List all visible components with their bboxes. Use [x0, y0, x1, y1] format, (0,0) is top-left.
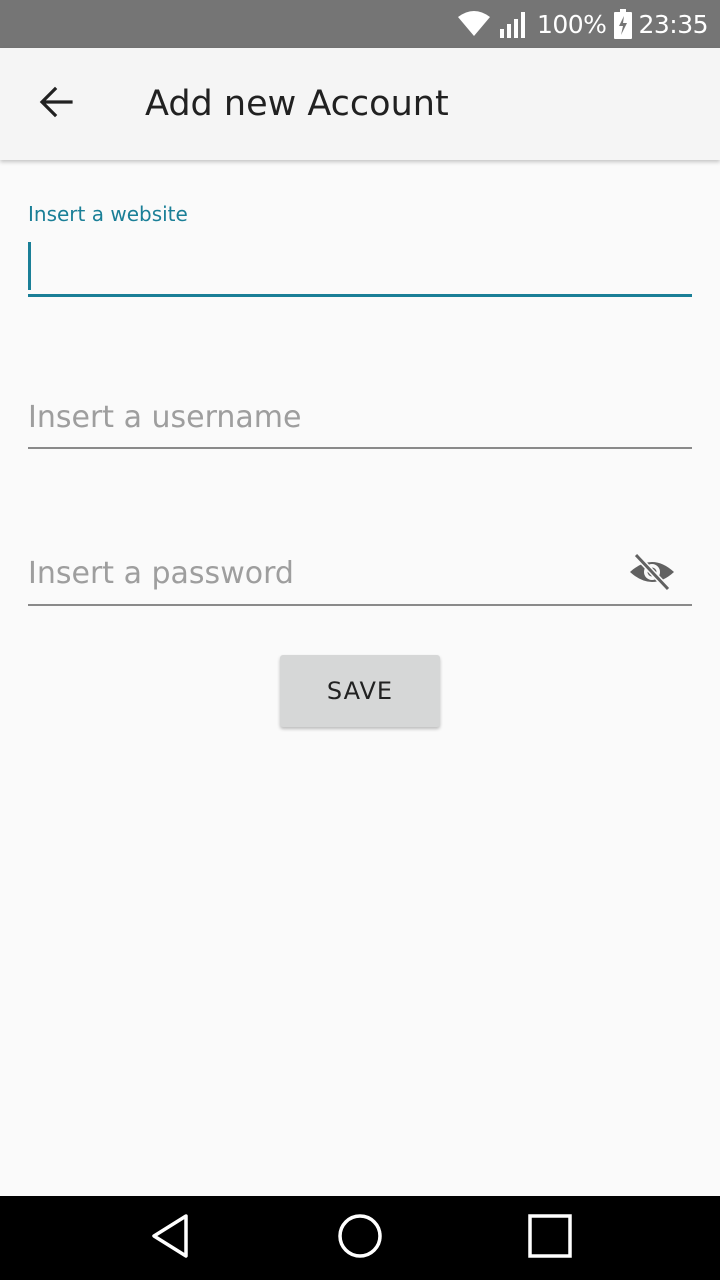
wifi-icon: [457, 11, 491, 37]
nav-recents-icon: [528, 1214, 572, 1262]
page-title: Add new Account: [145, 84, 449, 124]
website-field[interactable]: [28, 244, 692, 279]
username-field[interactable]: [28, 400, 692, 435]
username-input[interactable]: [28, 400, 692, 435]
visibility-off-icon: [628, 552, 676, 596]
battery-charging-icon: [614, 9, 633, 39]
nav-home-icon: [337, 1213, 383, 1263]
back-button[interactable]: [28, 76, 84, 132]
password-input[interactable]: [28, 556, 618, 591]
battery-percent: 100%: [536, 9, 607, 39]
navigation-bar: [0, 1196, 720, 1280]
arrow-back-icon: [38, 84, 74, 124]
text-cursor: [28, 242, 31, 290]
save-button[interactable]: SAVE: [280, 655, 440, 727]
website-field-label: Insert a website: [28, 202, 188, 226]
status-bar: 100% 23:35: [0, 0, 720, 48]
password-visibility-toggle[interactable]: [626, 550, 678, 598]
app-bar: Add new Account: [0, 48, 720, 160]
nav-back-icon: [148, 1213, 192, 1263]
password-field-underline: [28, 604, 692, 606]
website-field-underline: [28, 294, 692, 297]
status-icons: 100% 23:35: [457, 0, 708, 48]
website-input[interactable]: [28, 244, 692, 279]
username-field-underline: [28, 447, 692, 449]
nav-recents-button[interactable]: [500, 1196, 600, 1280]
signal-icon: [499, 9, 529, 39]
nav-back-button[interactable]: [120, 1196, 220, 1280]
nav-home-button[interactable]: [310, 1196, 410, 1280]
clock: 23:35: [638, 9, 708, 39]
screen: 100% 23:35 Add new Account Insert a webs…: [0, 0, 720, 1280]
password-field[interactable]: [28, 556, 618, 591]
